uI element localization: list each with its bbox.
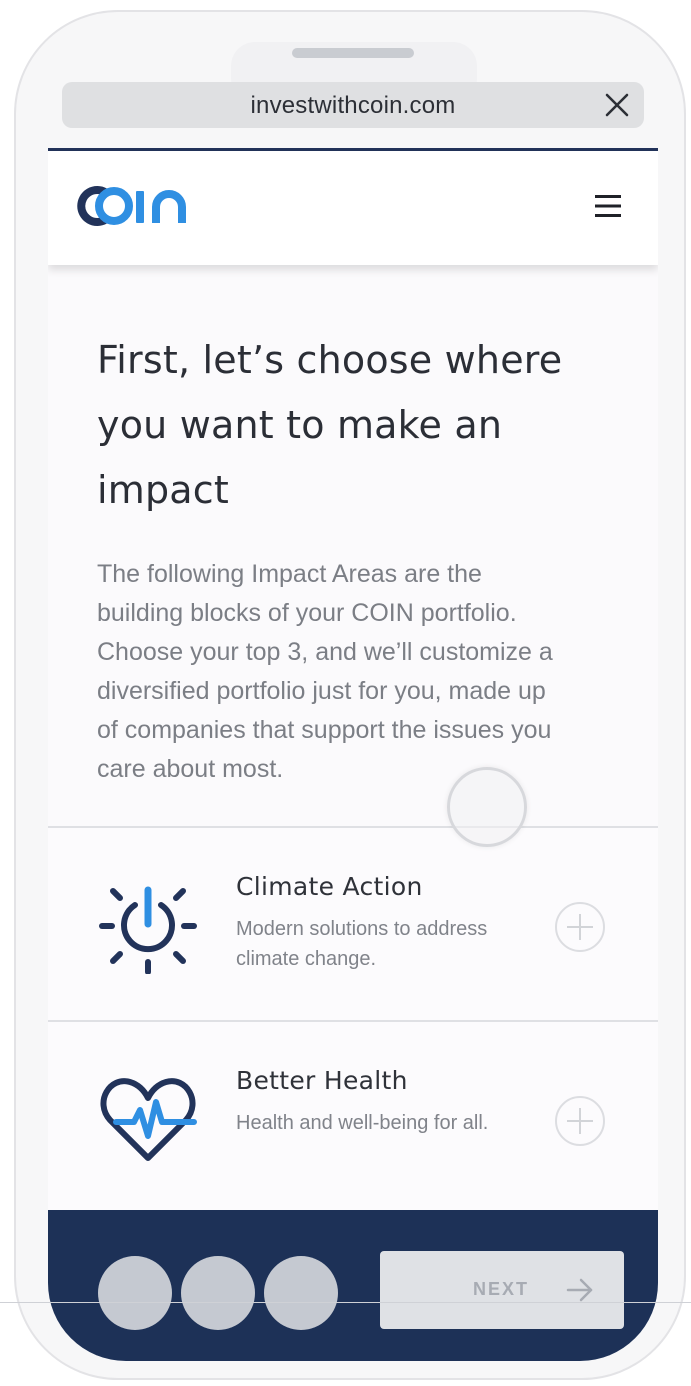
title-line: First, let’s choose where	[97, 338, 563, 382]
add-better-health-button[interactable]	[554, 1095, 606, 1147]
hamburger-menu-icon[interactable]	[595, 195, 621, 217]
impact-title: Better Health	[236, 1066, 408, 1095]
page-title: First, let’s choose where you want to ma…	[97, 328, 617, 523]
impact-description-line: Modern solutions to address	[236, 918, 488, 940]
selection-slot-2	[181, 1256, 255, 1330]
canvas: investwithcoin.com First, let’s choose w…	[0, 0, 691, 1386]
add-climate-action-button[interactable]	[554, 901, 606, 953]
title-line: you want to make an	[97, 403, 503, 447]
selection-footer: NEXT	[48, 1210, 658, 1361]
next-label: NEXT	[473, 1279, 530, 1299]
impact-description-line: Health and well-being for all.	[236, 1112, 489, 1134]
impact-area-better-health[interactable]: Better Health Health and well-being for …	[48, 1022, 658, 1216]
site-header	[48, 151, 658, 265]
power-sun-icon	[99, 886, 197, 974]
intro-paragraph: The following Impact Areas are the build…	[97, 555, 617, 789]
impact-title: Climate Action	[236, 872, 423, 901]
intro-section: First, let’s choose where you want to ma…	[97, 328, 617, 789]
selection-slot-1	[98, 1256, 172, 1330]
app-screen: First, let’s choose where you want to ma…	[48, 148, 658, 1361]
intro-line: building blocks of your COIN portfolio.	[97, 599, 517, 627]
intro-line: of companies that support the issues you	[97, 716, 552, 744]
browser-url-bar[interactable]: investwithcoin.com	[62, 82, 644, 128]
touch-indicator	[447, 767, 527, 847]
intro-line: The following Impact Areas are the	[97, 560, 482, 588]
arrow-right-icon	[566, 1278, 593, 1302]
impact-area-climate-action[interactable]: Climate Action Modern solutions to addre…	[48, 828, 658, 1022]
impact-description: Modern solutions to address climate chan…	[236, 914, 536, 974]
impact-description-line: climate change.	[236, 948, 377, 970]
intro-line: Choose your top 3, and we’ll customize a	[97, 638, 553, 666]
phone-speaker	[292, 48, 414, 58]
next-button[interactable]: NEXT	[380, 1251, 624, 1329]
selection-slot-3	[264, 1256, 338, 1330]
overlay-divider-line	[0, 1302, 691, 1303]
coin-logo[interactable]	[72, 183, 204, 229]
close-icon[interactable]	[604, 92, 630, 118]
impact-description: Health and well-being for all.	[236, 1108, 536, 1138]
intro-line: care about most.	[97, 755, 284, 783]
title-line: impact	[97, 468, 229, 512]
phone-frame: investwithcoin.com First, let’s choose w…	[14, 10, 686, 1380]
heart-pulse-icon	[100, 1078, 197, 1161]
intro-line: diversified portfolio just for you, made…	[97, 677, 546, 705]
url-text: investwithcoin.com	[250, 92, 456, 119]
